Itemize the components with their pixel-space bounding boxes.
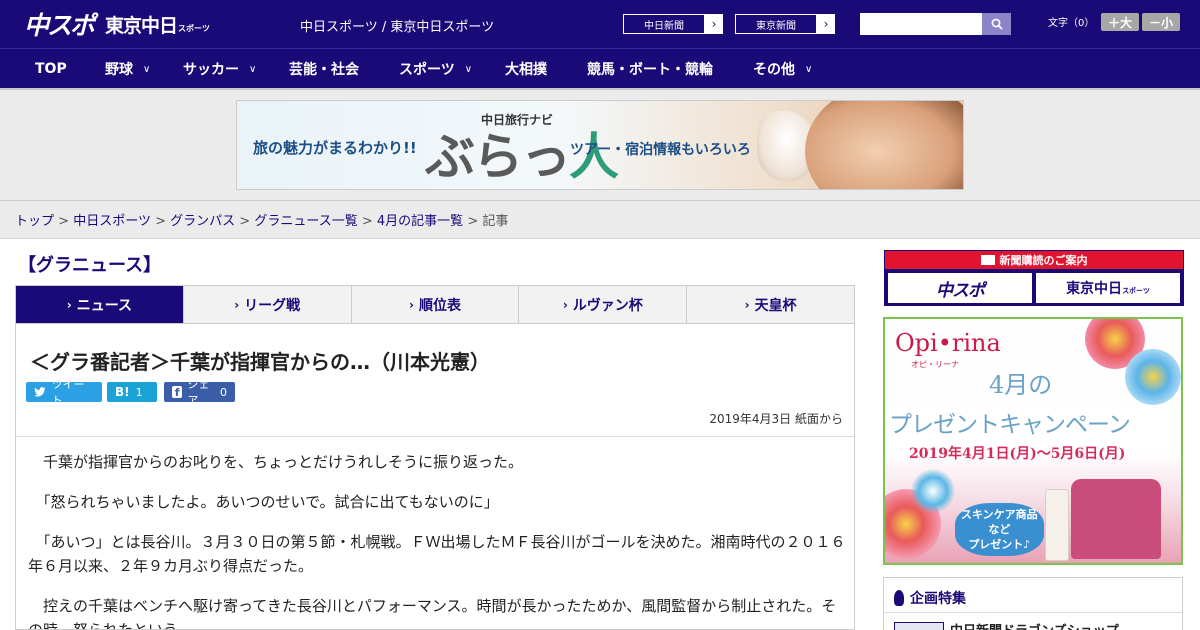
site-name: 中日スポーツ / 東京中日スポーツ: [300, 20, 495, 35]
breadcrumb: トップ > 中日スポーツ > グランパス > グラニュース一覧 > 4月の記事一…: [15, 214, 509, 229]
breadcrumb-link-gura-news-list[interactable]: グラニュース一覧: [254, 214, 357, 229]
banner-subtitle: 中日旅行ナビ: [481, 113, 554, 127]
section-title: 【グラニュース】: [18, 255, 162, 276]
hatena-count: 1: [135, 385, 143, 399]
breadcrumb-link-chunichi-sports[interactable]: 中日スポーツ: [73, 214, 151, 229]
logo-tokyo-chunichi: 東京中日: [105, 14, 178, 37]
site-logo[interactable]: 中スポ 東京中日 スポーツ: [24, 8, 210, 40]
facebook-share-button[interactable]: f シェア 0: [164, 378, 235, 407]
nav-item-top[interactable]: TOP: [35, 49, 67, 89]
subscribe-tokyo-chunichi-logo[interactable]: 東京中日 スポーツ: [1036, 273, 1180, 303]
twitter-bird-icon: [34, 387, 46, 397]
flower-decoration: [1125, 349, 1181, 405]
ad-brand: Opi•rina: [895, 329, 1001, 357]
nav-item-baseball[interactable]: 野球 ∨: [105, 49, 150, 89]
facebook-count: 0: [220, 385, 227, 399]
ad-brand-sub: オピ・リーナ: [911, 360, 959, 369]
hatena-icon: B!: [115, 385, 130, 399]
ad-campaign: プレゼントキャンペーン: [889, 412, 1131, 438]
nav-item-sumo[interactable]: 大相撲: [505, 49, 547, 89]
chevron-right-icon: ›: [562, 297, 568, 312]
chevron-down-icon: ∨: [805, 63, 813, 75]
tab-emperors-cup[interactable]: › 天皇杯: [687, 286, 854, 323]
chevron-right-icon: ›: [409, 297, 414, 312]
ad-period: 2019年4月1日(月)～5月6日(月): [909, 446, 1126, 462]
site-header: 中スポ 東京中日 スポーツ 中日スポーツ / 東京中日スポーツ 中日新聞 › 東…: [0, 0, 1200, 48]
logo-chuspo: 中スポ: [24, 11, 95, 40]
newspaper-icon: [980, 255, 995, 265]
chunichi-shimbun-link[interactable]: 中日新聞 ›: [622, 13, 724, 35]
article-headline: ＜グラ番記者＞千葉が指揮官からの…（川本光憲）: [30, 350, 490, 374]
tab-levain-cup[interactable]: › ルヴァン杯: [519, 286, 688, 323]
font-larger-button[interactable]: ＋大: [1101, 13, 1139, 31]
nav-divider: [0, 88, 1200, 90]
search-button[interactable]: [982, 13, 1011, 35]
tab-league[interactable]: › リーグ戦: [184, 286, 352, 323]
dragons-shop-thumbnail[interactable]: [894, 622, 944, 630]
chevron-down-icon: ∨: [143, 63, 151, 75]
model-photo: [805, 101, 963, 189]
ad-month: 4月の: [989, 371, 1053, 399]
feature-link-dragons-shop[interactable]: 中日新聞ドラゴンズショップ: [950, 620, 1119, 630]
tab-standings[interactable]: › 順位表: [352, 286, 520, 323]
facebook-icon: f: [172, 386, 183, 399]
chevron-right-icon: ›: [744, 297, 750, 312]
chevron-down-icon: ∨: [464, 63, 473, 75]
article-paragraph: 千葉が指揮官からのお叱りを、ちょっとだけうれしそうに振り返った。: [43, 453, 524, 471]
banner-right-text: ツアー・宿泊情報もいろいろ: [570, 142, 751, 158]
chevron-right-icon: ›: [705, 14, 723, 34]
breadcrumb-current: 記事: [482, 214, 509, 229]
article-paragraph: 「怒られちゃいましたよ。あいつのせいで。試合に出てもないのに」: [43, 493, 499, 511]
hatena-bookmark-button[interactable]: B! 1: [107, 382, 157, 402]
logo-tokyo-small: スポーツ: [178, 23, 210, 33]
font-size-label: 文字（0）: [1048, 18, 1095, 29]
breadcrumb-link-grampus[interactable]: グランパス: [170, 214, 235, 229]
article-body: 千葉が指揮官からのお叱りを、ちょっとだけうれしそうに振り返った。 「怒られちゃい…: [28, 450, 846, 630]
font-smaller-button[interactable]: －小: [1142, 13, 1180, 31]
tweet-button[interactable]: ツイート: [26, 378, 102, 407]
category-tabs: › ニュース › リーグ戦 › 順位表 › ルヴァン杯 › 天皇杯: [15, 285, 855, 324]
ad-gift-badge: スキンケア商品 など プレゼント♪: [955, 503, 1044, 556]
article: ＜グラ番記者＞千葉が指揮官からの…（川本光憲） ツイート B! 1 f シェア …: [15, 324, 855, 630]
chevron-right-icon: ›: [817, 14, 835, 34]
tab-news[interactable]: › ニュース: [16, 286, 184, 323]
opirina-campaign-ad[interactable]: Opi•rina オピ・リーナ 4月の プレゼントキャンペーン 2019年4月1…: [883, 317, 1183, 565]
gift-bag: [1071, 479, 1161, 559]
article-divider: [16, 436, 854, 437]
chevron-right-icon: ›: [234, 297, 240, 312]
breadcrumb-link-april-articles[interactable]: 4月の記事一覧: [377, 214, 463, 229]
feature-title: 企画特集: [894, 588, 966, 608]
nav-item-racing[interactable]: 競馬・ボート・競輪: [587, 49, 713, 89]
search-icon: [991, 18, 1003, 30]
chevron-down-icon: ∨: [249, 63, 257, 75]
tokyo-shimbun-link[interactable]: 東京新聞 ›: [734, 13, 836, 35]
breadcrumb-link-top[interactable]: トップ: [15, 214, 54, 229]
feature-divider: [884, 612, 1182, 613]
subscription-box[interactable]: 新聞購読のご案内 中スポ 東京中日 スポーツ: [884, 250, 1184, 306]
article-date: 2019年4月3日 紙面から: [709, 412, 843, 426]
feature-box: 企画特集 中日新聞ドラゴンズショップ: [883, 577, 1183, 630]
main-nav: TOP 野球 ∨ サッカー ∨ 芸能・社会 スポーツ ∨ 大相撲 競馬・ボート・競輪 …: [0, 48, 1200, 88]
nav-item-others[interactable]: その他 ∨: [753, 49, 812, 89]
chevron-right-icon: ›: [66, 297, 72, 312]
nav-item-soccer[interactable]: サッカー ∨: [183, 49, 256, 89]
subscribe-chuspo-logo[interactable]: 中スポ: [888, 273, 1032, 303]
nav-item-sports[interactable]: スポーツ ∨: [399, 49, 472, 89]
pin-icon: [894, 590, 904, 606]
search-input[interactable]: [860, 13, 982, 35]
flower-decoration: [911, 469, 955, 513]
breadcrumb-divider-top: [0, 200, 1200, 201]
product-bottle: [1045, 489, 1069, 561]
subscription-header: 新聞購読のご案内: [885, 251, 1183, 269]
article-paragraph: 「あいつ」とは長谷川。３月３０日の第５節・札幌戦。ＦＷ出場したＭＦ長谷川がゴール…: [28, 533, 846, 575]
article-paragraph: 控えの千葉はベンチへ駆け寄ってきた長谷川とパフォーマンス。時間が長かったためか、…: [28, 597, 837, 630]
nav-item-entertainment[interactable]: 芸能・社会: [289, 49, 359, 89]
banner-left-text: 旅の魅力がまるわかり!!: [253, 139, 417, 157]
